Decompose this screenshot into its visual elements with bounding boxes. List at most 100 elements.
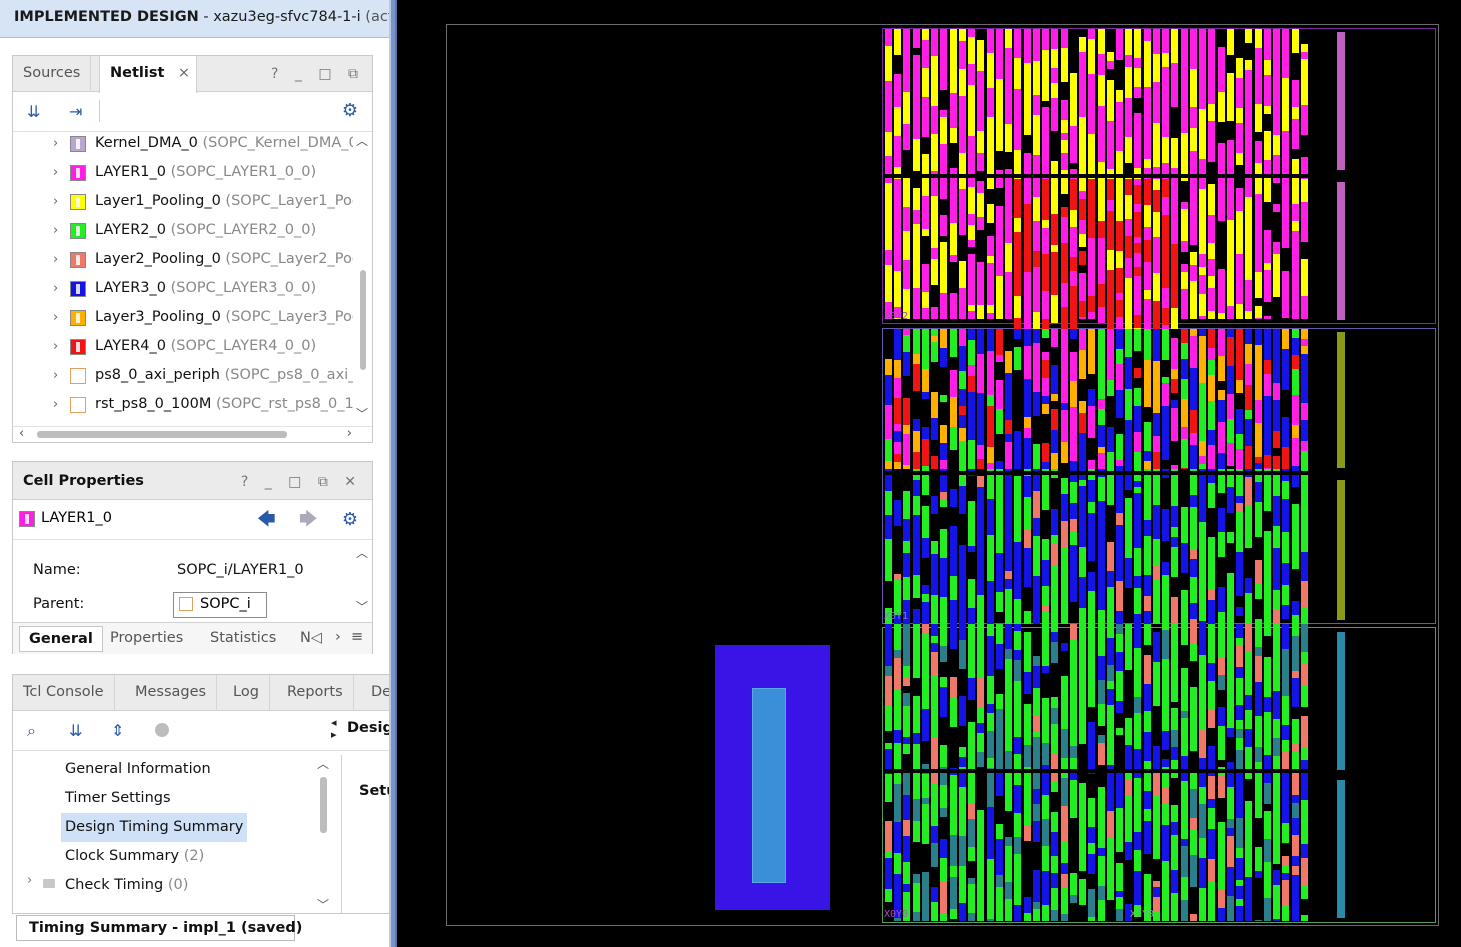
placed-cell-block xyxy=(1171,244,1178,253)
placed-cell-block xyxy=(1264,739,1271,755)
chevron-left-icon[interactable]: ‹ xyxy=(19,426,24,441)
tree-row[interactable]: › Layer1_Pooling_0 (SOPC_Layer1_Pool xyxy=(13,187,353,216)
chevron-right-icon[interactable]: › xyxy=(53,132,58,158)
chevron-right-icon[interactable]: › xyxy=(53,187,58,216)
placed-cell-block xyxy=(1162,575,1169,603)
placed-cell-block xyxy=(894,784,901,796)
placed-cell-block xyxy=(1181,343,1188,359)
tree-horizontal-scrollbar[interactable]: ‹ › xyxy=(13,426,372,442)
chevron-right-icon[interactable]: › xyxy=(53,303,58,332)
list-item[interactable]: Clock Summary (2) xyxy=(61,842,208,871)
tree-row[interactable]: › ps8_0_axi_periph (SOPC_ps8_0_axi_p xyxy=(13,361,353,390)
placed-cell-block xyxy=(1005,197,1012,213)
chevron-right-icon[interactable]: › xyxy=(335,629,341,645)
splitter[interactable] xyxy=(341,755,342,913)
list-item[interactable]: Check Timing (0) xyxy=(61,871,192,900)
chevron-up-icon[interactable]: ︿ xyxy=(356,132,368,149)
expand-selection-icon[interactable]: ⇥ xyxy=(69,102,82,121)
search-icon[interactable]: ⌕ xyxy=(27,721,36,741)
tree-row[interactable]: › Layer2_Pooling_0 (SOPC_Layer2_Pool xyxy=(13,245,353,274)
placed-cell-block xyxy=(1264,496,1271,511)
splitter-arrows-icon[interactable]: ◂ ▸ xyxy=(331,717,337,741)
tree-row[interactable]: › LAYER3_0 (SOPC_LAYER3_0_0) xyxy=(13,274,353,303)
placed-cell-block xyxy=(1208,776,1215,799)
close-icon[interactable]: × xyxy=(178,56,190,90)
parent-link[interactable]: SOPC_i xyxy=(173,592,267,618)
placed-cell-block xyxy=(1218,356,1225,381)
pane-splitter[interactable] xyxy=(389,0,397,947)
collapse-all-icon[interactable]: ⇊ xyxy=(69,721,82,740)
tab-netlist[interactable]: Netlist × xyxy=(99,56,197,93)
chevron-right-icon[interactable]: › xyxy=(53,216,58,245)
chevron-right-icon[interactable]: › xyxy=(27,873,32,888)
tab-properties[interactable]: Properties xyxy=(101,626,192,652)
forward-arrow-icon[interactable]: 🡆 xyxy=(299,507,318,537)
gear-icon[interactable]: ⚙ xyxy=(342,509,358,530)
menu-icon[interactable]: ≡ xyxy=(351,629,363,645)
tree-row[interactable]: › LAYER1_0 (SOPC_LAYER1_0_0) xyxy=(13,158,353,187)
tab-sources[interactable]: Sources xyxy=(13,56,92,92)
placed-cell-block xyxy=(1014,785,1021,813)
chevron-down-icon[interactable]: ﹀ xyxy=(317,896,329,913)
list-item[interactable]: Design Timing Summary xyxy=(61,813,248,842)
back-arrow-icon[interactable]: 🡄 xyxy=(257,507,276,537)
list-item[interactable]: Timer Settings xyxy=(61,784,175,813)
chevron-down-icon[interactable]: ﹀ xyxy=(356,405,368,422)
placed-cell-block xyxy=(1199,441,1206,456)
placed-cell-block xyxy=(1171,855,1178,870)
placed-cell-block xyxy=(1218,657,1225,675)
scroll-thumb[interactable] xyxy=(37,431,287,438)
chevron-up-icon[interactable]: ︿ xyxy=(356,544,368,561)
scroll-thumb[interactable] xyxy=(360,270,366,370)
chevron-right-icon[interactable]: › xyxy=(53,390,58,419)
chevron-right-icon[interactable]: › xyxy=(53,332,58,361)
tree-vertical-scrollbar[interactable]: ︿ ﹀ xyxy=(356,132,370,422)
expand-all-icon[interactable]: ⇕ xyxy=(111,721,124,740)
placed-cell-block xyxy=(1236,832,1243,848)
tab-messages[interactable]: Messages xyxy=(125,675,218,711)
placed-cell-block xyxy=(1181,624,1188,637)
placed-cell-block xyxy=(1264,697,1271,712)
placed-cell-block xyxy=(1171,497,1178,506)
window-controls[interactable]: ? _ □ ⧉ ✕ xyxy=(241,474,362,490)
tab-statistics[interactable]: Statistics xyxy=(201,626,285,652)
tab-tcl-console[interactable]: Tcl Console xyxy=(13,675,115,711)
placed-cell-block xyxy=(1273,610,1280,624)
chevron-right-icon[interactable]: › xyxy=(347,426,352,441)
chevron-right-icon[interactable]: › xyxy=(53,158,58,187)
window-controls[interactable]: ? _ □ ⧉ xyxy=(271,66,364,82)
gear-icon[interactable]: ⚙ xyxy=(342,100,358,121)
list-item[interactable]: General Information xyxy=(61,755,215,784)
tree-row[interactable]: › Kernel_DMA_0 (SOPC_Kernel_DMA_0_ xyxy=(13,132,353,158)
tree-row[interactable]: › rst_ps8_0_100M (SOPC_rst_ps8_0_10 xyxy=(13,390,353,419)
tree-row[interactable]: › Layer3_Pooling_0 (SOPC_Layer3_Pool xyxy=(13,303,353,332)
chevron-right-icon[interactable]: › xyxy=(53,274,58,303)
placed-cell-block xyxy=(1255,847,1262,871)
tab-general[interactable]: General xyxy=(19,626,103,652)
placed-cell-block xyxy=(894,29,901,55)
placed-cell-block xyxy=(1033,666,1040,688)
tab-reports[interactable]: Reports xyxy=(277,675,354,711)
placed-cell-block xyxy=(1134,576,1141,588)
stop-icon[interactable] xyxy=(155,723,169,737)
tab-log[interactable]: Log xyxy=(223,675,270,711)
placed-cell-block xyxy=(1134,614,1141,624)
device-view[interactable]: X0Y2 X0Y1 X0Y0 X1Y0 xyxy=(397,0,1461,947)
chevron-down-icon[interactable]: ﹀ xyxy=(356,598,368,615)
placed-cell-block xyxy=(1024,82,1031,97)
chevron-up-icon[interactable]: ︿ xyxy=(317,755,329,772)
tree-row[interactable]: › LAYER2_0 (SOPC_LAYER2_0_0) xyxy=(13,216,353,245)
placed-cell-block xyxy=(1227,29,1234,55)
chevron-right-icon[interactable]: › xyxy=(53,361,58,390)
placed-cell-block xyxy=(922,182,929,196)
placed-cell-block xyxy=(1024,530,1031,548)
placed-cell-block xyxy=(940,558,947,580)
timing-tree-scrollbar[interactable]: ︿ ﹀ xyxy=(317,755,331,913)
tab-more[interactable]: N◁ xyxy=(291,626,331,652)
scroll-thumb[interactable] xyxy=(320,777,327,833)
tree-row[interactable]: › LAYER4_0 (SOPC_LAYER4_0_0) xyxy=(13,332,353,361)
placed-cell-block xyxy=(1134,253,1141,267)
chevron-right-icon[interactable]: › xyxy=(53,245,58,274)
placed-cell-block xyxy=(968,418,975,440)
collapse-all-icon[interactable]: ⇊ xyxy=(27,102,40,121)
